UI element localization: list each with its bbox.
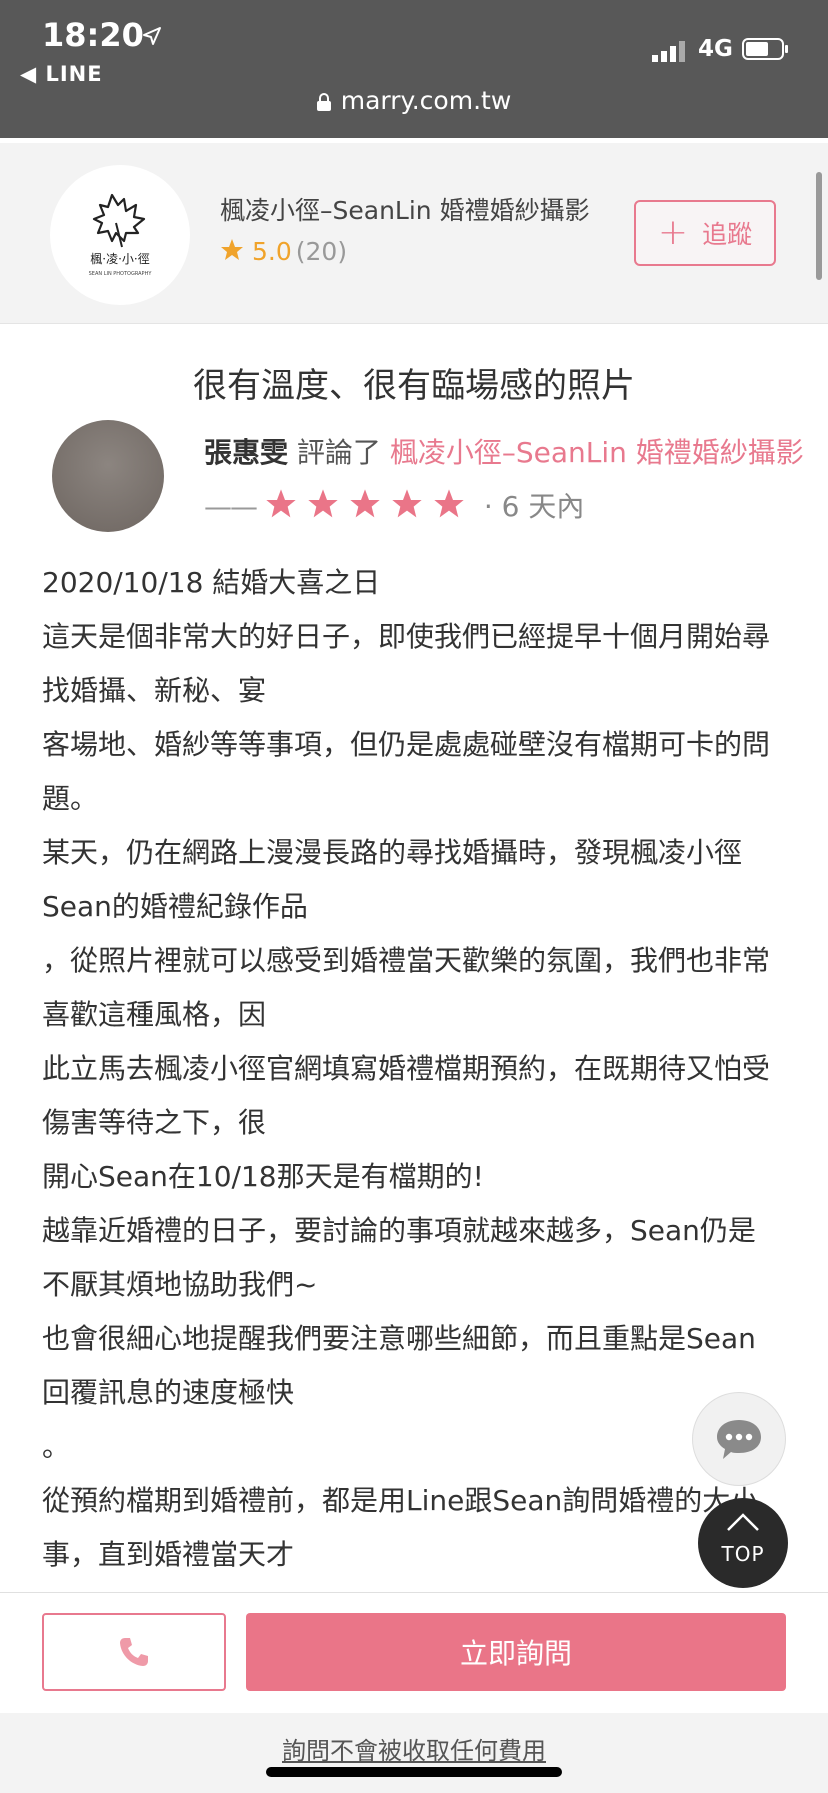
location-arrow-icon [143,27,161,45]
review-paragraph: 開心Sean在10/18那天是有檔期的! [42,1160,484,1193]
vendor-link[interactable]: 楓凌小徑–SeanLin 婚禮婚紗攝影 [390,436,804,469]
chat-bubble-icon [717,1420,761,1459]
review-meta: 張惠雯 評論了 楓凌小徑–SeanLin 婚禮婚紗攝影 —— · 6 天內 [204,426,804,538]
reviewed-label: 評論了 [296,436,381,469]
logo-text-en: SEAN LIN PHOTOGRAPHY [89,271,153,277]
maple-leaf-icon: 楓·凌·小·徑 SEAN LIN PHOTOGRAPHY [89,193,153,277]
review-paragraph: 。 [42,1430,71,1463]
phone-icon [120,1638,148,1666]
reviewer-avatar[interactable] [52,420,164,532]
review-count: (20) [295,237,348,266]
rating-score: 5.0 [252,237,292,266]
review-paragraph: ，從照片裡就可以感受到婚禮當天歡樂的氛圍，我們也非常喜歡這種風格，因 [42,944,771,1031]
reviewer-name[interactable]: 張惠雯 [204,436,288,469]
follow-button[interactable]: + 追蹤 [634,200,776,266]
star-icon [392,489,422,518]
battery-icon [742,38,788,60]
review-paragraph: 從預約檔期到婚禮前，都是用Line跟Sean詢問婚禮的大小事，直到婚禮當天才 [42,1484,759,1571]
network-type: 4G [698,36,733,62]
call-button[interactable] [42,1613,226,1691]
home-indicator [266,1767,562,1777]
vendor-name[interactable]: 楓凌小徑–SeanLin 婚禮婚紗攝影 [220,191,590,227]
separator: —— [204,490,258,523]
star-icon [266,489,296,518]
review-paragraph: 2020/10/18 結婚大喜之日 [42,566,381,599]
lock-icon [316,93,331,111]
url-text: marry.com.tw [340,86,512,115]
star-icon [434,489,464,518]
signal-icon [652,41,685,62]
clock: 18:20 [42,16,144,54]
vendor-logo[interactable]: 楓·凌·小·徑 SEAN LIN PHOTOGRAPHY [50,165,190,305]
vendor-header: 楓·凌·小·徑 SEAN LIN PHOTOGRAPHY 楓凌小徑–SeanLi… [0,143,828,324]
logo-text-cn: 楓·凌·小·徑 [90,251,149,266]
chat-button[interactable] [692,1392,786,1486]
follow-label: 追蹤 [702,220,753,249]
top-label: TOP [721,1542,765,1566]
chevron-up-icon [727,1513,759,1531]
review-stars [265,484,475,538]
review-paragraph: 此立馬去楓凌小徑官網填寫婚禮檔期預約，在既期待又怕受傷害等待之下，很 [42,1052,771,1139]
review-paragraph: 客場地、婚紗等等事項，但仍是處處碰壁沒有檔期可卡的問題。 [42,728,771,815]
review-paragraph: 這天是個非常大的好日子，即使我們已經提早十個月開始尋找婚攝、新秘、宴 [42,620,771,707]
star-icon [221,239,243,260]
address-bar[interactable]: marry.com.tw [0,86,828,115]
review-title: 很有溫度、很有臨場感的照片 [193,366,635,406]
inquiry-free-note[interactable]: 詢問不會被收取任何費用 [0,1731,828,1766]
back-to-app-link[interactable]: ◀ LINE [20,62,103,86]
star-icon [308,489,338,518]
review-time: · 6 天內 [483,490,585,523]
back-to-top-button[interactable]: TOP [698,1498,788,1588]
vendor-rating: 5.0 (20) [220,237,347,266]
bottom-action-bar: 立即詢問 詢問不會被收取任何費用 [0,1592,828,1793]
status-bar: 18:20 ◀ LINE 4G marry.com.tw [0,0,828,138]
inquire-now-button[interactable]: 立即詢問 [246,1613,786,1691]
star-icon [350,489,380,518]
review-paragraph: 也會很細心地提醒我們要注意哪些細節，而且重點是Sean回覆訊息的速度極快 [42,1322,756,1409]
page-scrollbar[interactable] [816,172,822,280]
review-paragraph: 越靠近婚禮的日子，要討論的事項就越來越多，Sean仍是不厭其煩地協助我們~ [42,1214,756,1301]
plus-icon: + [657,212,689,253]
review-body: 2020/10/18 結婚大喜之日這天是個非常大的好日子，即使我們已經提早十個月… [42,556,782,1582]
review-paragraph: 某天，仍在網路上漫漫長路的尋找婚攝時，發現楓凌小徑Sean的婚禮紀錄作品 [42,836,743,923]
